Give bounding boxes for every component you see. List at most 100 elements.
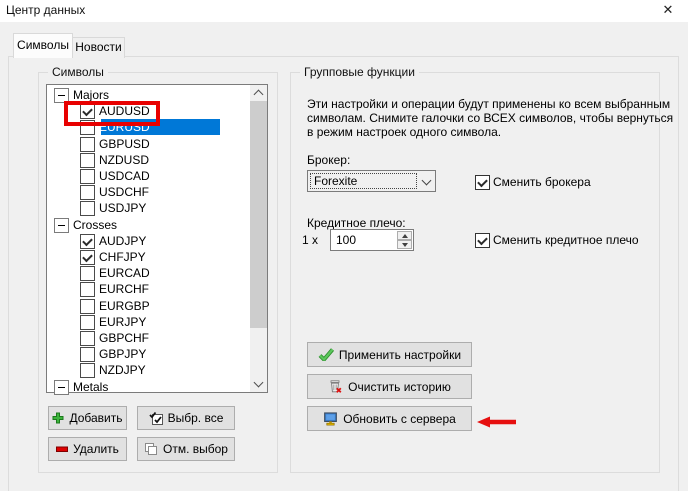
tree-item-gbpjpy[interactable]: GBPJPY (47, 346, 250, 362)
plus-icon (52, 412, 64, 424)
close-icon[interactable]: ✕ (660, 1, 676, 19)
tab-symbols[interactable]: Символы (13, 33, 73, 58)
trash-icon (328, 379, 343, 394)
update-from-server-button[interactable]: Обновить с сервера (307, 406, 472, 431)
tree-item-label: NZDUSD (99, 152, 149, 168)
tree-item-usdjpy[interactable]: USDJPY (47, 200, 250, 216)
tab-news[interactable]: Новости (72, 37, 125, 58)
chevron-down-icon (422, 176, 432, 186)
scrollbar-thumb[interactable] (250, 101, 267, 328)
triangle-up-icon (402, 234, 408, 238)
tree-item-label: EURCHF (99, 281, 149, 297)
checkbox-audjpy[interactable] (80, 234, 95, 249)
deselect-button[interactable]: Отм. выбор (137, 437, 235, 461)
tree-item-label: GBPUSD (99, 136, 150, 152)
spin-down-button[interactable] (397, 240, 412, 249)
checkbox-eurgbp[interactable] (80, 299, 95, 314)
chevron-up-icon (254, 90, 264, 100)
collapse-expander-icon[interactable] (54, 88, 69, 103)
change-broker-label: Сменить брокера (493, 175, 591, 189)
add-button-label: Добавить (69, 411, 122, 425)
tree-item-eurusd[interactable]: EURUSD (47, 119, 250, 135)
description-line: символам. Снимите галочки со ВСЕХ символ… (307, 111, 673, 125)
checkbox-usdchf[interactable] (80, 185, 95, 200)
tree-item-label: EURGBP (99, 298, 150, 314)
checkbox-nzdusd[interactable] (80, 153, 95, 168)
tree-item-gbpusd[interactable]: GBPUSD (47, 136, 250, 152)
tree-item-usdchf[interactable]: USDCHF (47, 184, 250, 200)
description-line: Эти настройки и операции будут применены… (307, 97, 673, 111)
checkbox-gbpchf[interactable] (80, 331, 95, 346)
leverage-stepper[interactable]: 100 (330, 229, 414, 251)
tree-item-audusd[interactable]: AUDUSD (47, 103, 250, 119)
checkbox-nzdjpy[interactable] (80, 363, 95, 378)
scroll-up-icon[interactable] (250, 85, 267, 101)
checkbox-eurusd[interactable] (80, 120, 95, 135)
tree-item-label: GBPJPY (99, 346, 146, 362)
tree-group-crosses[interactable]: Crosses (47, 217, 250, 233)
checkbox-audusd[interactable] (80, 104, 95, 119)
checkbox-gbpjpy[interactable] (80, 347, 95, 362)
tree-item-nzdjpy[interactable]: NZDJPY (47, 362, 250, 378)
apply-settings-label: Применить настройки (339, 348, 461, 362)
tree-item-eurgbp[interactable]: EURGBP (47, 298, 250, 314)
tree-item-eurjpy[interactable]: EURJPY (47, 314, 250, 330)
tree-group-majors[interactable]: Majors (47, 87, 250, 103)
select-all-button[interactable]: Выбр. все (137, 406, 235, 430)
delete-button-label: Удалить (73, 442, 119, 456)
tree-item-label: EURUSD (99, 119, 150, 135)
server-icon (323, 412, 338, 426)
tree-group-metals[interactable]: Metals (47, 379, 250, 395)
titlebar: Центр данных ✕ (0, 0, 688, 22)
tree-group-label: Crosses (73, 217, 117, 233)
clear-history-label: Очистить историю (348, 380, 451, 394)
groupbox-group-functions-title: Групповые функции (300, 65, 419, 79)
leverage-prefix: 1 x (302, 233, 318, 247)
checkbox-usdjpy[interactable] (80, 201, 95, 216)
checkbox-usdcad[interactable] (80, 169, 95, 184)
tree-item-label: USDCHF (99, 184, 149, 200)
checkbox-chfjpy[interactable] (80, 250, 95, 265)
tree-group-label: Metals (73, 379, 108, 395)
tree-item-eurcad[interactable]: EURCAD (47, 265, 250, 281)
checkbox-gbpusd[interactable] (80, 137, 95, 152)
clear-history-button[interactable]: Очистить историю (307, 374, 472, 399)
tree-item-label: NZDJPY (99, 362, 146, 378)
update-from-server-label: Обновить с сервера (343, 412, 456, 426)
tree-item-audjpy[interactable]: AUDJPY (47, 233, 250, 249)
spin-buttons (397, 231, 412, 249)
apply-settings-button[interactable]: Применить настройки (307, 342, 472, 367)
data-center-dialog: Центр данных ✕ Символы Новости Символы M… (0, 0, 688, 491)
tree-group-label: Majors (73, 87, 109, 103)
broker-label: Брокер: (307, 153, 350, 167)
broker-select[interactable]: Forexite (307, 170, 436, 192)
checkbox-eurjpy[interactable] (80, 315, 95, 330)
leverage-value: 100 (336, 233, 356, 247)
tree-item-nzdusd[interactable]: NZDUSD (47, 152, 250, 168)
tree-item-eurchf[interactable]: EURCHF (47, 281, 250, 297)
tree-item-usdcad[interactable]: USDCAD (47, 168, 250, 184)
minus-icon (56, 446, 68, 453)
select-all-icon (149, 411, 163, 425)
change-broker-checkbox[interactable] (475, 175, 490, 190)
scrollbar[interactable] (250, 85, 267, 392)
scroll-down-icon[interactable] (250, 376, 267, 392)
broker-selected-value: Forexite (314, 174, 357, 188)
checkbox-eurcad[interactable] (80, 266, 95, 281)
tree-item-label: GBPCHF (99, 330, 149, 346)
change-leverage-checkbox[interactable] (475, 233, 490, 248)
tree-item-chfjpy[interactable]: CHFJPY (47, 249, 250, 265)
tree-item-gbpchf[interactable]: GBPCHF (47, 330, 250, 346)
checkbox-eurchf[interactable] (80, 282, 95, 297)
select-all-button-label: Выбр. все (168, 411, 224, 425)
tree-item-label: AUDUSD (99, 103, 150, 119)
delete-button[interactable]: Удалить (48, 437, 127, 461)
collapse-expander-icon[interactable] (54, 380, 69, 395)
spin-up-button[interactable] (397, 231, 412, 240)
symbols-tree[interactable]: MajorsAUDUSDEURUSDGBPUSDNZDUSDUSDCADUSDC… (46, 84, 268, 393)
add-button[interactable]: Добавить (48, 406, 127, 430)
deselect-button-label: Отм. выбор (163, 442, 228, 456)
collapse-expander-icon[interactable] (54, 218, 69, 233)
triangle-down-icon (402, 243, 408, 247)
change-leverage-label: Сменить кредитное плечо (493, 233, 639, 247)
